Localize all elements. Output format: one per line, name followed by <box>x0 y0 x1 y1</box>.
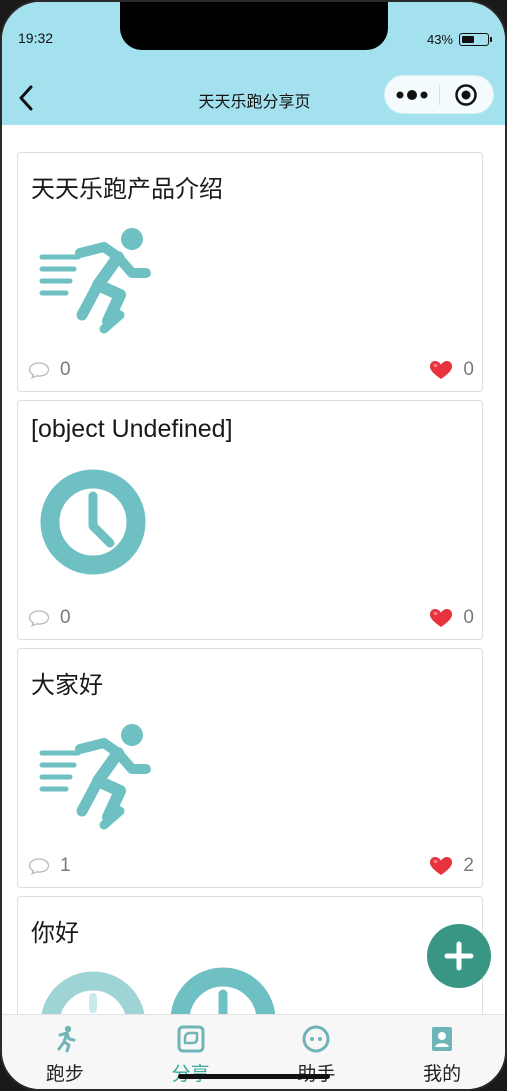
status-time: 19:32 <box>18 30 54 46</box>
comments-value: 1 <box>60 855 71 876</box>
likes-count[interactable]: 0 <box>429 359 474 381</box>
status-right: 43% <box>426 32 492 47</box>
heart-icon <box>430 857 453 875</box>
battery-icon <box>459 33 492 46</box>
back-button[interactable] <box>12 82 40 114</box>
bottom-tab-bar: 跑步 分享 助手 我的 <box>2 1014 505 1089</box>
heart-icon <box>430 361 453 379</box>
plus-icon <box>444 941 474 971</box>
clock-icon <box>40 469 146 575</box>
post-title: [object Undefined] <box>31 415 233 443</box>
likes-value: 2 <box>463 855 474 876</box>
comments-count[interactable]: 1 <box>28 855 71 877</box>
likes-count[interactable]: 0 <box>429 607 474 629</box>
post-title: 大家好 <box>31 671 103 699</box>
top-bar: 19:32 43% 天天乐跑分享页 <box>2 2 505 125</box>
comment-icon <box>28 858 50 875</box>
runner-icon <box>39 228 151 334</box>
tab-label: 分享 <box>172 1059 210 1086</box>
loading-circle-icon <box>41 971 145 1015</box>
post-feed: 天天乐跑产品介绍 0 0 [object Undefined] 0 0 大家好 … <box>2 125 505 1015</box>
more-button[interactable] <box>385 76 439 113</box>
target-circle-icon <box>455 83 477 106</box>
comment-icon <box>28 362 50 379</box>
comment-icon <box>28 610 50 627</box>
comments-count[interactable]: 0 <box>28 607 71 629</box>
runner-icon <box>39 724 151 830</box>
tab-share[interactable]: 分享 <box>128 1015 254 1089</box>
notch <box>120 2 388 50</box>
page-title: 天天乐跑分享页 <box>198 92 311 111</box>
more-dots-icon <box>396 89 428 100</box>
comments-value: 0 <box>60 359 71 380</box>
likes-value: 0 <box>463 607 474 628</box>
post-card[interactable]: 大家好 1 2 <box>17 648 483 888</box>
share-icon <box>177 1025 205 1053</box>
add-post-button[interactable] <box>427 924 491 988</box>
tab-profile[interactable]: 我的 <box>379 1015 505 1089</box>
heart-icon <box>430 609 453 627</box>
post-title: 你好 <box>31 919 79 947</box>
phone-screen: 19:32 43% 天天乐跑分享页 天天乐跑产品介绍 0 0 [object U… <box>0 0 507 1091</box>
close-miniprogram-button[interactable] <box>440 76 494 113</box>
post-card[interactable]: [object Undefined] 0 0 <box>17 400 483 640</box>
tab-run[interactable]: 跑步 <box>2 1015 128 1089</box>
comments-count[interactable]: 0 <box>28 359 71 381</box>
tab-assistant[interactable]: 助手 <box>254 1015 380 1089</box>
clock-icon <box>170 967 276 1015</box>
post-card[interactable]: 你好 <box>17 896 483 1015</box>
post-card[interactable]: 天天乐跑产品介绍 0 0 <box>17 152 483 392</box>
chevron-left-icon <box>19 85 33 111</box>
battery-percentage: 43% <box>426 32 453 47</box>
likes-count[interactable]: 2 <box>429 855 474 877</box>
tab-label: 助手 <box>297 1059 335 1086</box>
profile-icon <box>432 1027 453 1051</box>
assistant-icon <box>302 1025 330 1053</box>
post-title: 天天乐跑产品介绍 <box>31 175 223 203</box>
run-icon <box>57 1025 76 1053</box>
comments-value: 0 <box>60 607 71 628</box>
tab-label: 我的 <box>423 1063 462 1085</box>
home-indicator <box>178 1074 330 1079</box>
likes-value: 0 <box>463 359 474 380</box>
capsule-menu <box>384 75 494 114</box>
tab-label: 跑步 <box>45 1063 84 1085</box>
